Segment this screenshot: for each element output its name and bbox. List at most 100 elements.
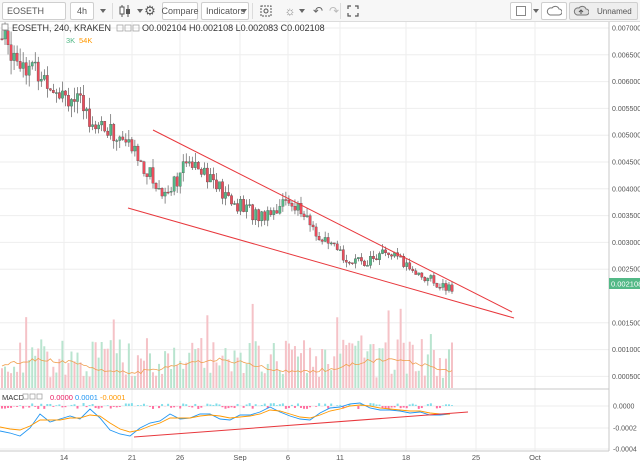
main-pane[interactable]	[0, 22, 609, 388]
price-tick-label: 0.001000	[612, 347, 640, 354]
volume-bar	[10, 373, 13, 388]
load-chart-button[interactable]	[541, 2, 567, 20]
macd-hist-bar	[336, 405, 339, 406]
volume-bar	[278, 370, 281, 388]
volume-bar	[230, 371, 233, 388]
candle-body	[245, 204, 248, 212]
candles-style-button[interactable]	[114, 2, 136, 20]
compare-button[interactable]: Compare	[162, 2, 199, 20]
candle-body	[67, 95, 70, 107]
macd-settings-icon[interactable]	[29, 393, 36, 400]
macd-hist-bar	[152, 406, 155, 409]
macd-hist-bar	[124, 403, 127, 406]
candle-body	[124, 139, 128, 143]
layout-dropdown[interactable]	[532, 2, 540, 20]
volume-bar	[227, 359, 230, 388]
price-tick-label: 0.000500	[612, 374, 640, 381]
candle-body	[227, 192, 230, 196]
candle-body	[281, 199, 285, 207]
volume-bar	[25, 317, 28, 388]
save-chart-button[interactable]: Unnamed	[569, 2, 638, 20]
candle-body	[6, 30, 10, 45]
candle-body	[181, 161, 185, 174]
alert-dropdown[interactable]	[298, 2, 306, 20]
chevron-down-icon	[533, 9, 539, 13]
macd-hist-bar	[28, 406, 31, 408]
macd-legend-controls[interactable]	[22, 393, 43, 400]
candle-body	[438, 287, 442, 289]
macd-hist-bar	[357, 406, 360, 409]
macd-hist-bar	[31, 403, 34, 406]
volume-bar	[245, 363, 248, 388]
fullscreen-button[interactable]	[344, 2, 362, 20]
macd-close-icon[interactable]	[36, 393, 43, 400]
macd-hist-bar	[209, 404, 212, 406]
volume-bar	[224, 348, 227, 388]
macd-hist-bar	[82, 403, 85, 406]
volume-bar	[173, 347, 176, 388]
candle-body	[196, 162, 200, 170]
candle-body	[363, 260, 366, 266]
macd-hist-bar	[224, 406, 227, 409]
chart-area[interactable]: 0.007000 0.006500 0.006000 0.005500 0.005000…	[0, 22, 640, 461]
macd-hist-bar	[212, 404, 215, 406]
time-tick-label: 11	[336, 453, 344, 461]
chevron-down-icon	[100, 9, 106, 13]
candle-body	[432, 275, 436, 284]
time-tick-label: 18	[402, 453, 410, 461]
candle-body	[109, 124, 113, 136]
macd-hist-bar	[444, 404, 447, 406]
macd-hist-bar	[411, 403, 414, 406]
volume-bar	[435, 375, 438, 388]
volume-bar	[233, 350, 236, 388]
layout-button[interactable]	[510, 2, 532, 20]
volume-bar	[46, 351, 49, 388]
candle-body	[311, 224, 315, 228]
candle-body	[18, 61, 22, 69]
time-axis[interactable]: 14 21 26 Sep 6 11 18 25 Oct	[60, 453, 542, 461]
macd-hist-bar	[46, 404, 49, 406]
volume-bar	[37, 348, 40, 388]
macd-hist-bar	[299, 406, 302, 408]
candle-body	[70, 99, 73, 107]
macd-trendline[interactable]	[133, 411, 469, 438]
macd-hist-bar	[296, 403, 299, 406]
price-tick-label: 0.004000	[612, 186, 640, 193]
candle-body	[375, 258, 378, 260]
macd-value-1: 0.0000	[50, 393, 73, 402]
volume-bar	[40, 339, 43, 388]
macd-hist-bar	[218, 404, 221, 406]
macd-hist-bar	[106, 405, 109, 406]
volume-bar	[420, 339, 423, 388]
macd-hist-bar	[330, 403, 333, 406]
candle-body	[184, 161, 188, 164]
symbol-search-input[interactable]: EOSETH	[2, 2, 66, 20]
macd-hist-bar	[197, 406, 200, 409]
settings-button[interactable]: ⚙	[142, 2, 158, 20]
indicators-dropdown[interactable]	[240, 2, 248, 20]
volume-bar	[76, 352, 79, 388]
alert-button[interactable]: ☼	[282, 2, 298, 20]
cloud-upload-icon	[573, 5, 589, 16]
time-tick-label: Oct	[529, 453, 542, 461]
candle-body	[326, 237, 330, 244]
candle-body	[3, 30, 7, 40]
volume-bar	[49, 377, 52, 388]
candle-body	[329, 242, 333, 245]
candle-body	[221, 181, 224, 199]
undo-button[interactable]: ↶	[310, 2, 326, 20]
candle-body	[335, 243, 339, 250]
templates-button[interactable]	[256, 2, 276, 20]
candle-body	[414, 270, 418, 275]
volume-bar	[393, 369, 396, 388]
candle-body	[369, 256, 372, 266]
candle-body	[444, 283, 448, 291]
volume-bar	[384, 342, 387, 388]
candle-body	[178, 172, 182, 187]
interval-select[interactable]: 4h	[70, 2, 94, 20]
volume-bar	[239, 352, 242, 388]
macd-hist-bar	[324, 403, 327, 406]
interval-dropdown-button[interactable]	[96, 2, 110, 20]
price-tick-label: 0.003000	[612, 240, 640, 247]
candle-body	[447, 284, 451, 291]
